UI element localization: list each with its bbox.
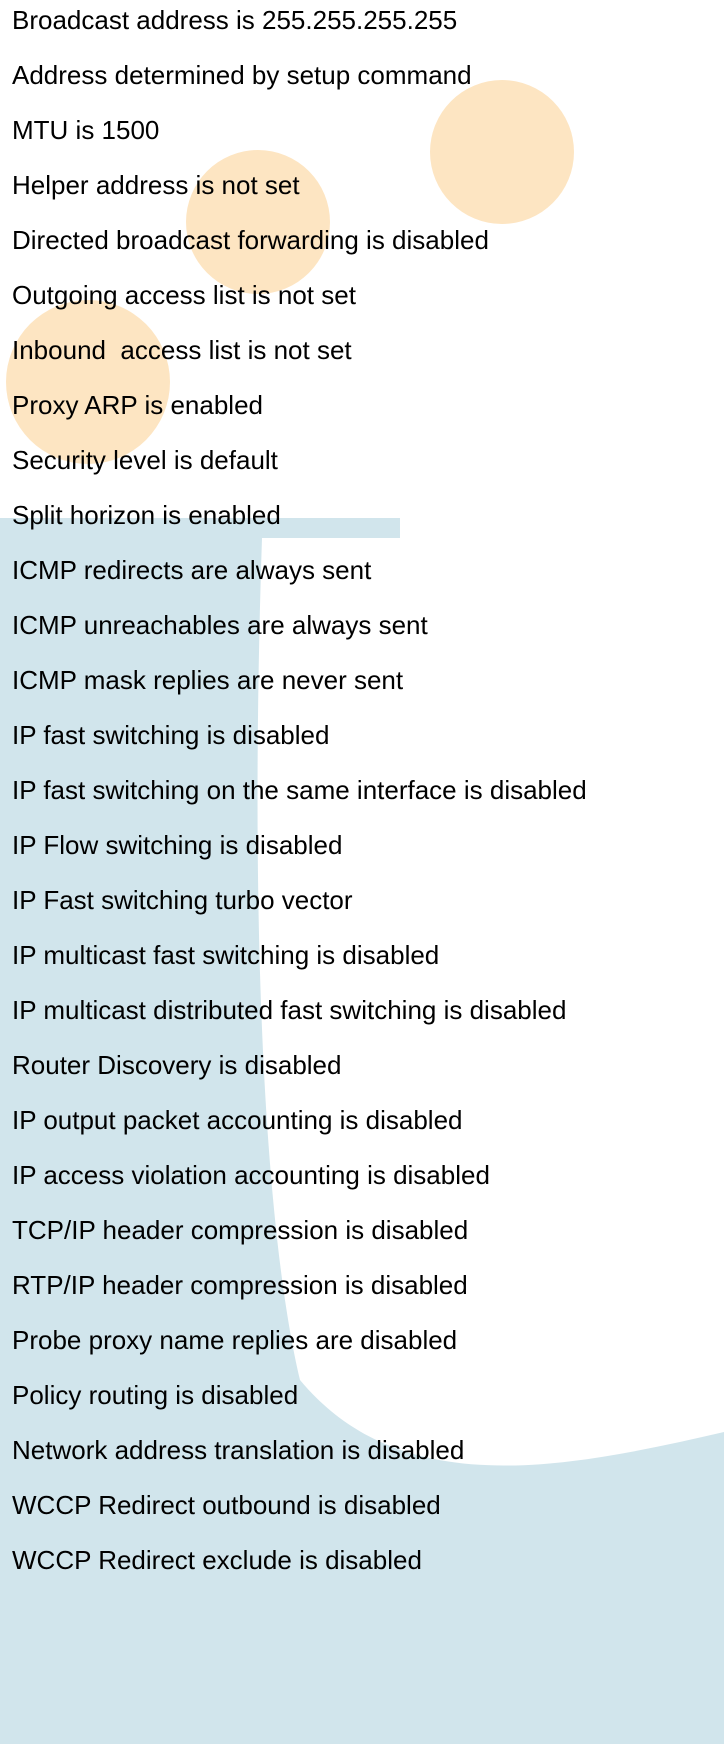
config-line: Split horizon is enabled: [12, 500, 281, 530]
config-line: WCCP Redirect exclude is disabled: [12, 1545, 422, 1575]
config-line: Outgoing access list is not set: [12, 280, 356, 310]
config-line: Probe proxy name replies are disabled: [12, 1325, 458, 1355]
config-line: ICMP mask replies are never sent: [12, 665, 404, 695]
config-line: TCP/IP header compression is disabled: [12, 1215, 469, 1245]
config-line: Security level is default: [12, 445, 278, 475]
config-line: ICMP unreachables are always sent: [12, 610, 428, 640]
config-line: IP multicast fast switching is disabled: [12, 940, 440, 970]
config-line: Directed broadcast forwarding is disable…: [12, 225, 489, 255]
config-line: RTP/IP header compression is disabled: [12, 1270, 468, 1300]
config-lines-list: Broadcast address is 255.255.255.255 Addr…: [12, 0, 587, 1595]
config-line: Helper address is not set: [12, 170, 300, 200]
config-line: IP fast switching is disabled: [12, 720, 330, 750]
config-line: Broadcast address is 255.255.255.255: [12, 5, 458, 35]
config-line: Inbound access list is not set: [12, 335, 352, 365]
config-line: IP access violation accounting is disabl…: [12, 1160, 490, 1190]
config-line: Router Discovery is disabled: [12, 1050, 342, 1080]
config-line: IP multicast distributed fast switching …: [12, 995, 567, 1025]
config-line: ICMP redirects are always sent: [12, 555, 372, 585]
config-line: Network address translation is disabled: [12, 1435, 465, 1465]
config-line: Proxy ARP is enabled: [12, 390, 263, 420]
config-line: MTU is 1500: [12, 115, 160, 145]
config-line: IP Fast switching turbo vector: [12, 885, 353, 915]
config-line: IP output packet accounting is disabled: [12, 1105, 463, 1135]
config-line: Policy routing is disabled: [12, 1380, 299, 1410]
config-line: IP Flow switching is disabled: [12, 830, 343, 860]
config-line: IP fast switching on the same interface …: [12, 775, 587, 805]
config-line: Address determined by setup command: [12, 60, 472, 90]
config-line: WCCP Redirect outbound is disabled: [12, 1490, 441, 1520]
slide-page: Broadcast address is 255.255.255.255 Addr…: [0, 0, 724, 1744]
